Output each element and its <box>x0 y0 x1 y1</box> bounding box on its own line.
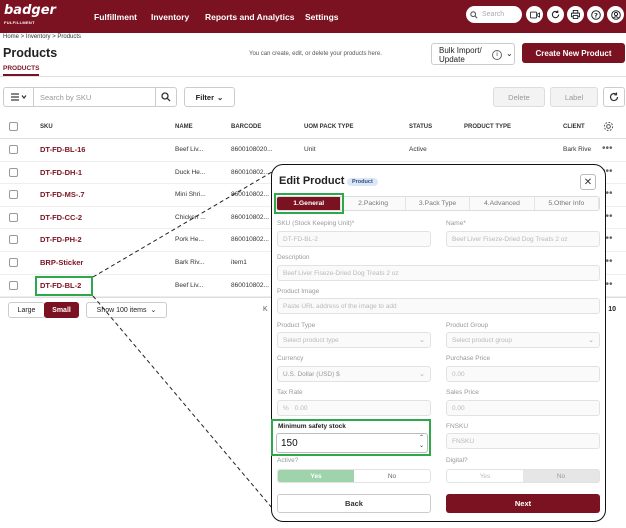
name-field[interactable]: Beef Liver Fiseze-Dried Dog Treats 2 oz <box>446 231 600 247</box>
back-button[interactable]: Back <box>277 494 431 513</box>
product-group-label: Product Group <box>446 322 489 329</box>
product-badge: Product <box>347 178 378 186</box>
product-type-label: Product Type <box>277 322 316 329</box>
tab-advanced[interactable]: 4.Advanced <box>470 197 535 210</box>
product-group-value: Select product group <box>452 336 512 344</box>
minimum-safety-stock-label: Minimum safety stock <box>278 423 346 430</box>
digital-yes-option[interactable]: Yes <box>447 470 523 482</box>
description-label: Description <box>277 254 310 261</box>
currency-label: Currency <box>277 355 304 362</box>
product-type-value: Select product type <box>283 336 339 344</box>
chevron-down-icon: ⌄ <box>588 337 594 344</box>
currency-value: U.S. Dollar (USD) $ <box>283 370 340 378</box>
chevron-down-icon: ⌄ <box>419 371 425 378</box>
product-type-select[interactable]: Select product type ⌄ <box>277 332 431 348</box>
minimum-safety-stock-box: Minimum safety stock 150 ⌃ ⌄ <box>271 419 431 456</box>
tax-rate-label: Tax Rate <box>277 389 303 396</box>
minimum-safety-stock-value: 150 <box>281 438 298 449</box>
name-field-label: Name* <box>446 220 466 227</box>
sku-field[interactable]: DT-FD-BL-2 <box>277 231 431 247</box>
tab-other-info[interactable]: 5.Other Info <box>534 197 599 210</box>
purchase-price-field[interactable]: 0.00 <box>446 366 600 382</box>
sku-field-label: SKU (Stock Keeping Unit)* <box>277 220 355 227</box>
digital-toggle: Yes No <box>446 469 600 483</box>
tab-packing[interactable]: 2.Packing <box>341 197 406 210</box>
sales-price-field[interactable]: 0.00 <box>446 400 600 416</box>
minimum-safety-stock-field[interactable]: 150 ⌃ ⌄ <box>276 433 428 453</box>
next-button[interactable]: Next <box>446 494 600 513</box>
stepper-icon[interactable]: ⌃ ⌄ <box>419 434 424 450</box>
tax-rate-prefix: % <box>283 404 289 412</box>
active-toggle: Yes No <box>277 469 431 483</box>
fnsku-label: FNSKU <box>446 423 469 430</box>
tax-rate-value: 0.00 <box>294 404 308 412</box>
active-yes-option[interactable]: Yes <box>278 470 354 482</box>
digital-label: Digital? <box>446 457 468 464</box>
active-no-option[interactable]: No <box>354 470 430 482</box>
description-field[interactable]: Beef Liver Fiseze-Dried Dog Treats 2 oz <box>277 265 600 281</box>
product-image-label: Product Image <box>277 288 320 295</box>
purchase-price-label: Purchase Price <box>446 355 491 362</box>
tax-rate-field[interactable]: % 0.00 <box>277 400 431 416</box>
modal-title: Edit Product <box>279 175 345 187</box>
close-icon[interactable]: ✕ <box>580 174 596 190</box>
product-image-field[interactable]: Paste URL address of the image to add <box>277 298 600 314</box>
active-label: Active? <box>277 457 299 464</box>
currency-select[interactable]: U.S. Dollar (USD) $ ⌄ <box>277 366 431 382</box>
digital-no-option[interactable]: No <box>523 470 599 482</box>
fnsku-field[interactable]: FNSKU <box>446 433 600 449</box>
edit-product-modal: Edit Product Product ✕ 1.General 2.Packi… <box>271 164 606 522</box>
tab-pack-type[interactable]: 3.Pack Type <box>405 197 471 210</box>
chevron-down-icon: ⌄ <box>419 337 425 344</box>
product-group-select[interactable]: Select product group ⌄ <box>446 332 600 348</box>
sales-price-label: Sales Price <box>446 389 479 396</box>
general-tab-highlight <box>274 193 344 214</box>
